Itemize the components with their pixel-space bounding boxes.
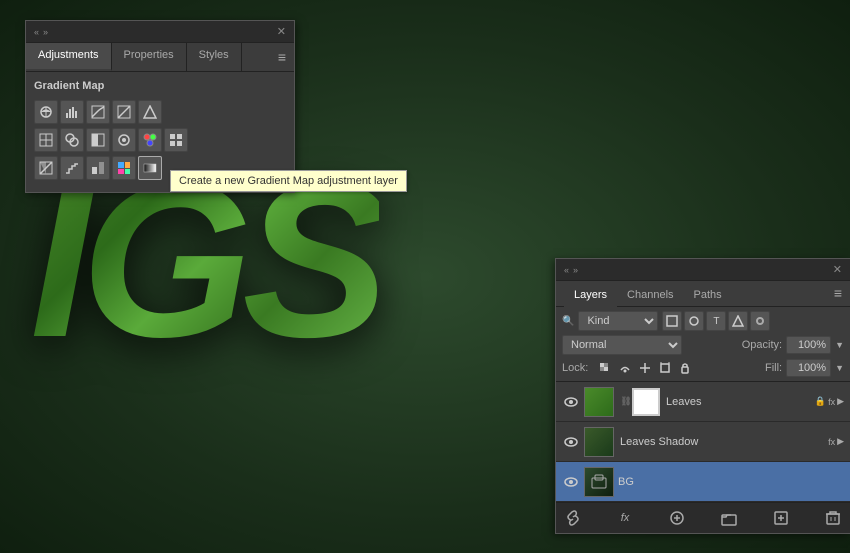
gradient-map-tooltip: Create a new Gradient Map adjustment lay… (170, 170, 407, 192)
layers-titlebar: « » ✕ (556, 259, 850, 281)
opacity-input[interactable] (786, 336, 831, 354)
layers-menu-icon[interactable]: ≡ (834, 285, 842, 306)
kind-filter-icons: T (662, 311, 770, 331)
black-white-icon[interactable] (86, 128, 110, 152)
threshold-icon[interactable] (86, 156, 110, 180)
fx-icon-shadow[interactable]: fx (828, 437, 835, 447)
layer-right-icons-leaves: 🔒 fx ▶ (815, 396, 844, 407)
filter-pixel-icon[interactable] (662, 311, 682, 331)
layer-thumb-leaves-shadow (584, 427, 614, 457)
kind-row: 🔍 Kind T (562, 311, 844, 331)
new-layer-button[interactable] (770, 507, 792, 529)
color-lookup-icon[interactable] (164, 128, 188, 152)
layer-item-leaves-shadow[interactable]: Leaves Shadow fx ▶ (556, 422, 850, 462)
panel-menu-icon[interactable]: ≡ (270, 43, 294, 71)
link-layers-button[interactable] (562, 507, 584, 529)
gradient-map-icon[interactable] (138, 156, 162, 180)
lock-label: Lock: (562, 362, 588, 374)
expand-fx-shadow[interactable]: ▶ (837, 436, 844, 447)
smart-filter-icon-leaves: 🔒 (815, 396, 826, 407)
adjustments-titlebar: « » ✕ (26, 21, 294, 43)
lock-position-icon[interactable] (636, 359, 654, 377)
lock-transparent-icon[interactable] (596, 359, 614, 377)
collapse-icon[interactable]: « (34, 27, 39, 37)
lock-image-icon[interactable] (616, 359, 634, 377)
expand-fx-leaves[interactable]: ▶ (837, 396, 844, 407)
layer-thumb-leaves (584, 387, 614, 417)
levels-icon[interactable] (60, 100, 84, 124)
filter-type-icon[interactable]: T (706, 311, 726, 331)
lock-icons (596, 359, 694, 377)
layer-mask-leaves (632, 388, 660, 416)
photo-filter-icon[interactable] (112, 128, 136, 152)
brightness-contrast-icon[interactable] (34, 100, 58, 124)
tab-layers[interactable]: Layers (564, 285, 617, 307)
expand-icon[interactable]: » (43, 27, 48, 37)
tab-properties[interactable]: Properties (112, 43, 187, 71)
opacity-label: Opacity: (742, 339, 782, 351)
layer-right-icons-shadow: fx ▶ (828, 436, 844, 447)
panel-subtitle: Gradient Map (34, 80, 286, 92)
layers-tabs: Layers Channels Paths ≡ (556, 281, 850, 307)
kind-select[interactable]: Kind (578, 311, 658, 331)
layers-controls: 🔍 Kind T (556, 307, 850, 382)
invert-icon[interactable] (34, 156, 58, 180)
layers-collapse-icon[interactable]: « (564, 265, 569, 275)
tab-paths[interactable]: Paths (684, 285, 732, 306)
lock-row: Lock: (562, 359, 844, 377)
filter-smart-icon[interactable] (750, 311, 770, 331)
curves-icon[interactable] (86, 100, 110, 124)
icon-row-1 (34, 100, 286, 124)
layer-name-bg: BG (618, 476, 844, 488)
adjustments-panel: « » ✕ Adjustments Properties Styles ≡ Gr… (25, 20, 295, 193)
opacity-control: Opacity: ▼ (742, 336, 844, 354)
titlebar-icons: « » (34, 27, 48, 37)
lock-all-icon[interactable] (676, 359, 694, 377)
fill-arrow[interactable]: ▼ (835, 363, 844, 373)
fill-label: Fill: (765, 362, 782, 374)
new-fill-layer-button[interactable] (666, 507, 688, 529)
blend-row: Normal Opacity: ▼ (562, 335, 844, 355)
filter-adjustment-icon[interactable] (684, 311, 704, 331)
search-icon: 🔍 (562, 316, 574, 327)
icon-row-2 (34, 128, 286, 152)
layers-header-icons: « » (564, 265, 578, 275)
fill-input[interactable] (786, 359, 831, 377)
layers-panel: « » ✕ Layers Channels Paths ≡ 🔍 Kind (555, 258, 850, 534)
layers-expand-icon[interactable]: » (573, 265, 578, 275)
panel-tabs: Adjustments Properties Styles ≡ (26, 43, 294, 72)
tab-adjustments[interactable]: Adjustments (26, 43, 112, 71)
posterize-icon[interactable] (60, 156, 84, 180)
lock-artboard-icon[interactable] (656, 359, 674, 377)
opacity-arrow[interactable]: ▼ (835, 340, 844, 350)
layer-name-leaves-shadow: Leaves Shadow (620, 436, 828, 448)
delete-layer-button[interactable] (822, 507, 844, 529)
layer-link-leaves: ⛓ (620, 387, 632, 417)
hue-saturation-icon[interactable] (34, 128, 58, 152)
color-balance-icon[interactable] (60, 128, 84, 152)
fill-control: Fill: ▼ (765, 359, 844, 377)
layer-item-bg[interactable]: BG (556, 462, 850, 502)
eye-icon-leaves[interactable] (562, 393, 580, 411)
filter-shape-icon[interactable] (728, 311, 748, 331)
fx-icon-leaves[interactable]: fx (828, 397, 835, 407)
eye-icon-leaves-shadow[interactable] (562, 433, 580, 451)
exposure-icon[interactable] (112, 100, 136, 124)
blend-mode-select[interactable]: Normal (562, 335, 682, 355)
layer-thumb-bg (584, 467, 614, 497)
new-group-button[interactable] (718, 507, 740, 529)
close-icon[interactable]: ✕ (277, 25, 286, 38)
layer-item-leaves[interactable]: ⛓ Leaves 🔒 fx ▶ (556, 382, 850, 422)
layer-name-leaves: Leaves (666, 396, 815, 408)
channel-mixer-icon[interactable] (138, 128, 162, 152)
layers-bottom-toolbar: fx (556, 502, 850, 533)
tab-styles[interactable]: Styles (187, 43, 242, 71)
selective-color-icon[interactable] (112, 156, 136, 180)
vibrance-icon[interactable] (138, 100, 162, 124)
tab-channels[interactable]: Channels (617, 285, 683, 306)
add-fx-button[interactable]: fx (614, 507, 636, 529)
layers-close-icon[interactable]: ✕ (833, 263, 842, 276)
eye-icon-bg[interactable] (562, 473, 580, 491)
